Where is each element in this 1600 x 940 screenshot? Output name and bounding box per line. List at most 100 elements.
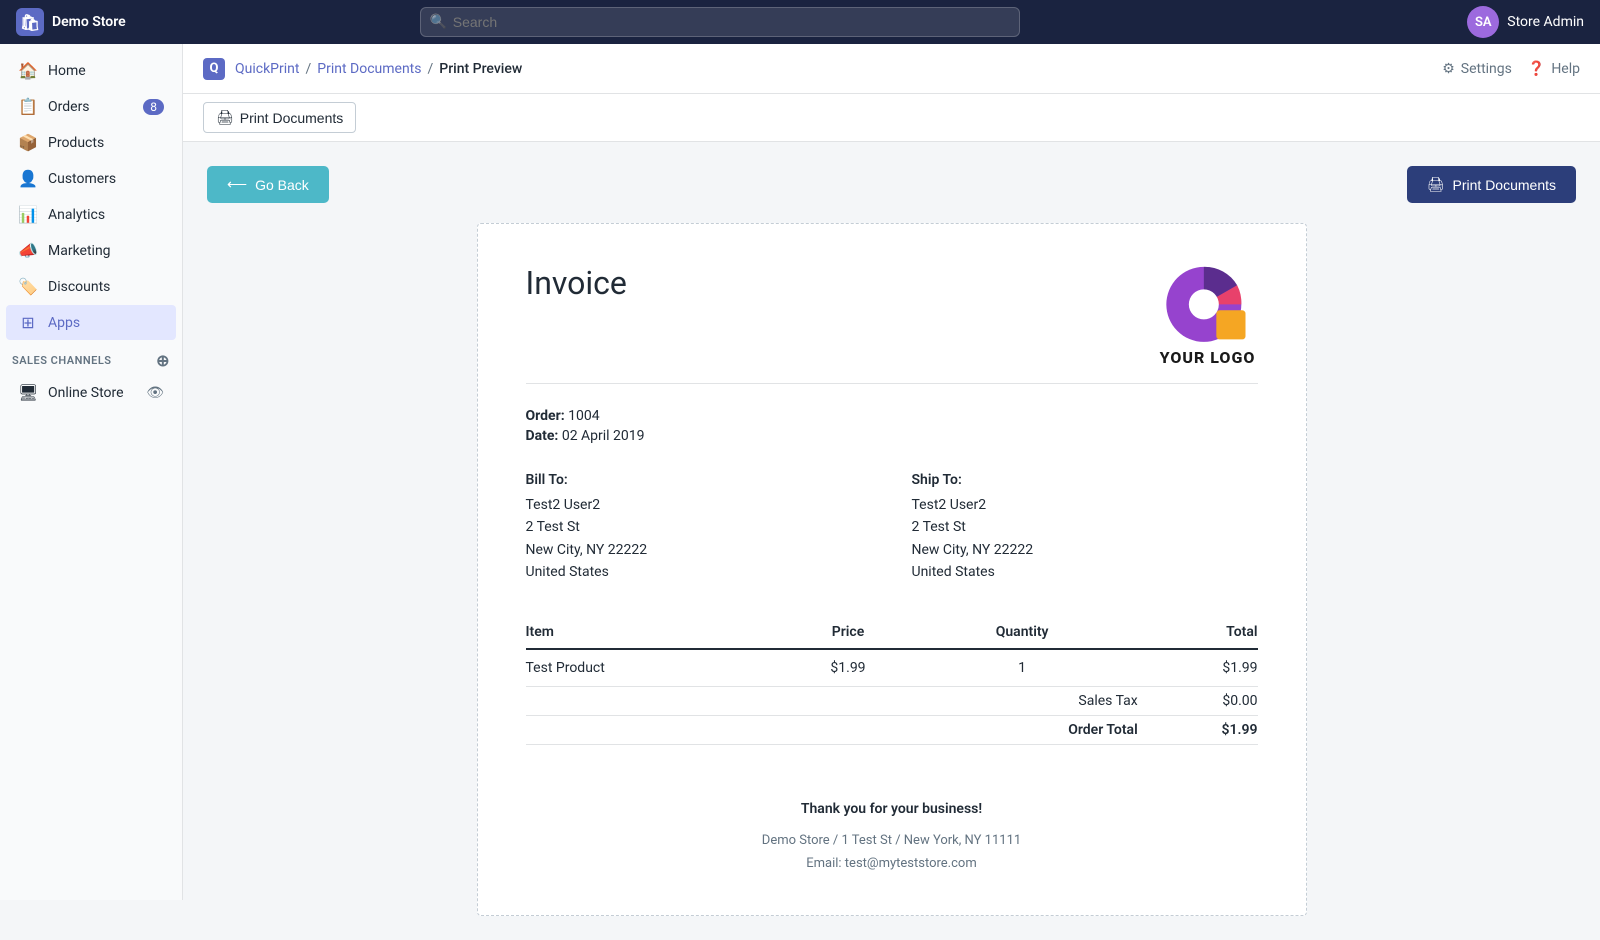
order-number: Order: 1004 xyxy=(526,408,1258,424)
sidebar-item-online-store[interactable]: 🖥 Online Store 👁 xyxy=(6,375,176,410)
online-store-icon: 🖥 xyxy=(18,383,38,402)
help-icon: ❓ xyxy=(1528,61,1545,77)
order-total-label: Order Total xyxy=(907,715,1138,744)
ship-to-street: 2 Test St xyxy=(912,516,1258,538)
sales-tax-row: Sales Tax $0.00 xyxy=(526,686,1258,715)
print-documents-top-button[interactable]: 🖨 Print Documents xyxy=(203,102,356,133)
settings-icon: ⚙ xyxy=(1442,61,1455,77)
actions-row: ⟵ Go Back 🖨 Print Documents xyxy=(207,166,1576,203)
item-quantity: 1 xyxy=(907,649,1138,687)
breadcrumb-quickprint[interactable]: QuickPrint xyxy=(235,61,299,77)
order-label: Order: xyxy=(526,408,565,424)
email-info-text: Email: test@myteststore.com xyxy=(526,852,1258,875)
breadcrumb-current: Print Preview xyxy=(439,61,522,77)
print-documents-top-label: Print Documents xyxy=(240,110,343,126)
products-icon: 📦 xyxy=(18,133,38,152)
sidebar-item-apps[interactable]: ⊞ Apps xyxy=(6,305,176,340)
item-price: $1.99 xyxy=(789,649,906,687)
apps-icon: ⊞ xyxy=(18,313,38,332)
content-area: ⟵ Go Back 🖨 Print Documents Invoice xyxy=(183,142,1600,940)
invoice-title-block: Invoice xyxy=(526,264,627,302)
col-price: Price xyxy=(789,616,906,649)
sub-header: Q QuickPrint / Print Documents / Print P… xyxy=(183,44,1600,94)
sidebar-item-home[interactable]: 🏠 Home xyxy=(6,53,176,88)
sidebar-item-label: Apps xyxy=(48,315,80,331)
item-name: Test Product xyxy=(526,649,790,687)
store-logo[interactable]: 🛍 Demo Store xyxy=(16,8,196,36)
col-quantity: Quantity xyxy=(907,616,1138,649)
invoice-table: Item Price Quantity Total Test Product $… xyxy=(526,616,1258,745)
thank-you-text: Thank you for your business! xyxy=(526,801,1258,817)
settings-label: Settings xyxy=(1461,61,1512,77)
bill-to-street: 2 Test St xyxy=(526,516,872,538)
col-item: Item xyxy=(526,616,790,649)
table-row: Test Product $1.99 1 $1.99 xyxy=(526,649,1258,687)
print-documents-button[interactable]: 🖨 Print Documents xyxy=(1407,166,1576,203)
sales-tax-value: $0.00 xyxy=(1138,686,1258,715)
sidebar-item-products[interactable]: 📦 Products xyxy=(6,125,176,160)
search-input[interactable] xyxy=(420,7,1020,37)
invoice-title: Invoice xyxy=(526,264,627,302)
shopify-logo-icon: 🛍 xyxy=(16,8,44,36)
invoice-card: Invoice Y xyxy=(477,223,1307,916)
bill-to-block: Bill To: Test2 User2 2 Test St New City,… xyxy=(526,472,872,584)
marketing-icon: 📣 xyxy=(18,241,38,260)
addresses: Bill To: Test2 User2 2 Test St New City,… xyxy=(526,472,1258,584)
ship-to-block: Ship To: Test2 User2 2 Test St New City,… xyxy=(912,472,1258,584)
col-total: Total xyxy=(1138,616,1258,649)
bill-to-name: Test2 User2 xyxy=(526,494,872,516)
settings-button[interactable]: ⚙ Settings xyxy=(1442,61,1512,77)
search-container: 🔍 xyxy=(420,7,1020,37)
invoice-logo: YOUR LOGO xyxy=(1158,264,1258,367)
invoice-date: Date: 02 April 2019 xyxy=(526,428,1258,444)
go-back-button[interactable]: ⟵ Go Back xyxy=(207,166,329,203)
print-documents-label: Print Documents xyxy=(1453,177,1556,193)
store-name: Demo Store xyxy=(52,14,126,30)
go-back-label: Go Back xyxy=(255,177,309,193)
sidebar-item-label: Products xyxy=(48,135,104,151)
sidebar-item-label: Discounts xyxy=(48,279,110,295)
sales-channels-header: SALES CHANNELS ⊕ xyxy=(0,341,182,374)
sidebar-item-label: Orders xyxy=(48,99,90,115)
orders-icon: 📋 xyxy=(18,97,38,116)
order-number-value: 1004 xyxy=(568,408,599,424)
sidebar-item-label: Marketing xyxy=(48,243,111,259)
main-content: Q QuickPrint / Print Documents / Print P… xyxy=(183,44,1600,940)
customers-icon: 👤 xyxy=(18,169,38,188)
online-store-settings-icon[interactable]: 👁 xyxy=(146,385,164,401)
printer-icon: 🖨 xyxy=(216,109,234,126)
arrow-left-icon: ⟵ xyxy=(227,176,247,193)
sidebar-item-label: Home xyxy=(48,63,86,79)
sidebar-item-customers[interactable]: 👤 Customers xyxy=(6,161,176,196)
sidebar-item-label: Analytics xyxy=(48,207,105,223)
add-sales-channel-icon[interactable]: ⊕ xyxy=(156,351,170,370)
ship-to-name: Test2 User2 xyxy=(912,494,1258,516)
invoice-footer: Thank you for your business! Demo Store … xyxy=(526,777,1258,876)
avatar[interactable]: SA xyxy=(1467,6,1499,38)
search-icon: 🔍 xyxy=(430,14,447,30)
sidebar-item-analytics[interactable]: 📊 Analytics xyxy=(6,197,176,232)
help-label: Help xyxy=(1551,61,1580,77)
breadcrumb-separator-2: / xyxy=(428,61,434,77)
sub-header-actions: ⚙ Settings ❓ Help xyxy=(1442,61,1580,77)
invoice-meta: Order: 1004 Date: 02 April 2019 xyxy=(526,408,1258,444)
ship-to-label: Ship To: xyxy=(912,472,1258,488)
sidebar-item-label: Customers xyxy=(48,171,116,187)
logo-graphic xyxy=(1158,264,1258,344)
sidebar-item-orders[interactable]: 📋 Orders 8 xyxy=(6,89,176,124)
bill-to-country: United States xyxy=(526,561,872,583)
discounts-icon: 🏷️ xyxy=(18,277,38,296)
date-value: 02 April 2019 xyxy=(562,428,645,444)
admin-name: Store Admin xyxy=(1507,14,1584,30)
help-button[interactable]: ❓ Help xyxy=(1528,61,1580,77)
sales-tax-label: Sales Tax xyxy=(907,686,1138,715)
page-actions-bar: 🖨 Print Documents xyxy=(183,94,1600,142)
breadcrumb-print-documents[interactable]: Print Documents xyxy=(317,61,421,77)
printer-icon-2: 🖨 xyxy=(1427,176,1445,193)
home-icon: 🏠 xyxy=(18,61,38,80)
sidebar-item-marketing[interactable]: 📣 Marketing xyxy=(6,233,176,268)
bill-to-city: New City, NY 22222 xyxy=(526,539,872,561)
sidebar-item-discounts[interactable]: 🏷️ Discounts xyxy=(6,269,176,304)
quickprint-logo-icon: Q xyxy=(203,58,225,80)
top-nav-right: SA Store Admin xyxy=(1467,6,1584,38)
